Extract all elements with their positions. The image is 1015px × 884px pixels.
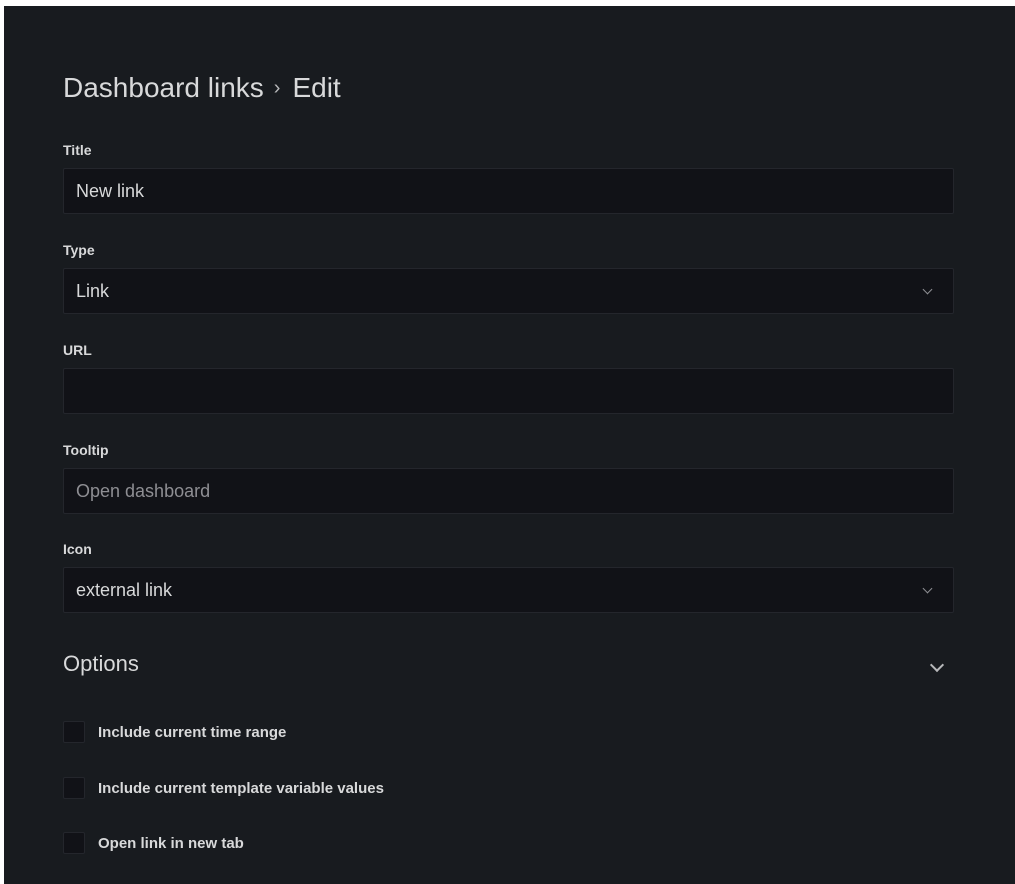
template-variables-checkbox[interactable] — [63, 777, 85, 799]
page-title: Dashboard links › Edit — [63, 68, 341, 108]
title-field[interactable] — [63, 168, 954, 214]
tooltip-field[interactable] — [63, 468, 954, 514]
type-select-value: Link — [76, 280, 110, 301]
icon-label: Icon — [63, 541, 92, 557]
type-select[interactable]: Link — [63, 268, 954, 314]
checkbox-row-new-tab[interactable]: Open link in new tab — [63, 832, 244, 854]
url-input[interactable] — [76, 380, 941, 402]
chevron-down-icon[interactable] — [929, 657, 945, 673]
edit-panel: Dashboard links › Edit Title Type Link U… — [4, 6, 1015, 884]
chevron-down-icon[interactable] — [922, 583, 933, 594]
url-label: URL — [63, 342, 92, 358]
title-input[interactable] — [76, 180, 941, 202]
url-field[interactable] — [63, 368, 954, 414]
breadcrumb-current: Edit — [292, 72, 341, 103]
breadcrumb-separator: › — [273, 76, 281, 99]
time-range-checkbox[interactable] — [63, 721, 85, 743]
checkbox-row-template-variables[interactable]: Include current template variable values — [63, 777, 384, 799]
checkbox-label[interactable]: Include current template variable values — [98, 780, 384, 797]
breadcrumb-parent[interactable]: Dashboard links — [63, 72, 264, 104]
checkbox-label[interactable]: Open link in new tab — [98, 835, 244, 852]
type-label: Type — [63, 242, 95, 258]
icon-select-value: external link — [76, 579, 173, 600]
checkbox-row-time-range[interactable]: Include current time range — [63, 721, 286, 743]
tooltip-input[interactable] — [76, 480, 941, 502]
tooltip-label: Tooltip — [63, 442, 109, 458]
icon-select[interactable]: external link — [63, 567, 954, 613]
title-label: Title — [63, 142, 92, 158]
checkbox-label[interactable]: Include current time range — [98, 724, 286, 741]
new-tab-checkbox[interactable] — [63, 832, 85, 854]
options-section-title[interactable]: Options — [63, 651, 139, 677]
chevron-down-icon[interactable] — [922, 284, 933, 295]
